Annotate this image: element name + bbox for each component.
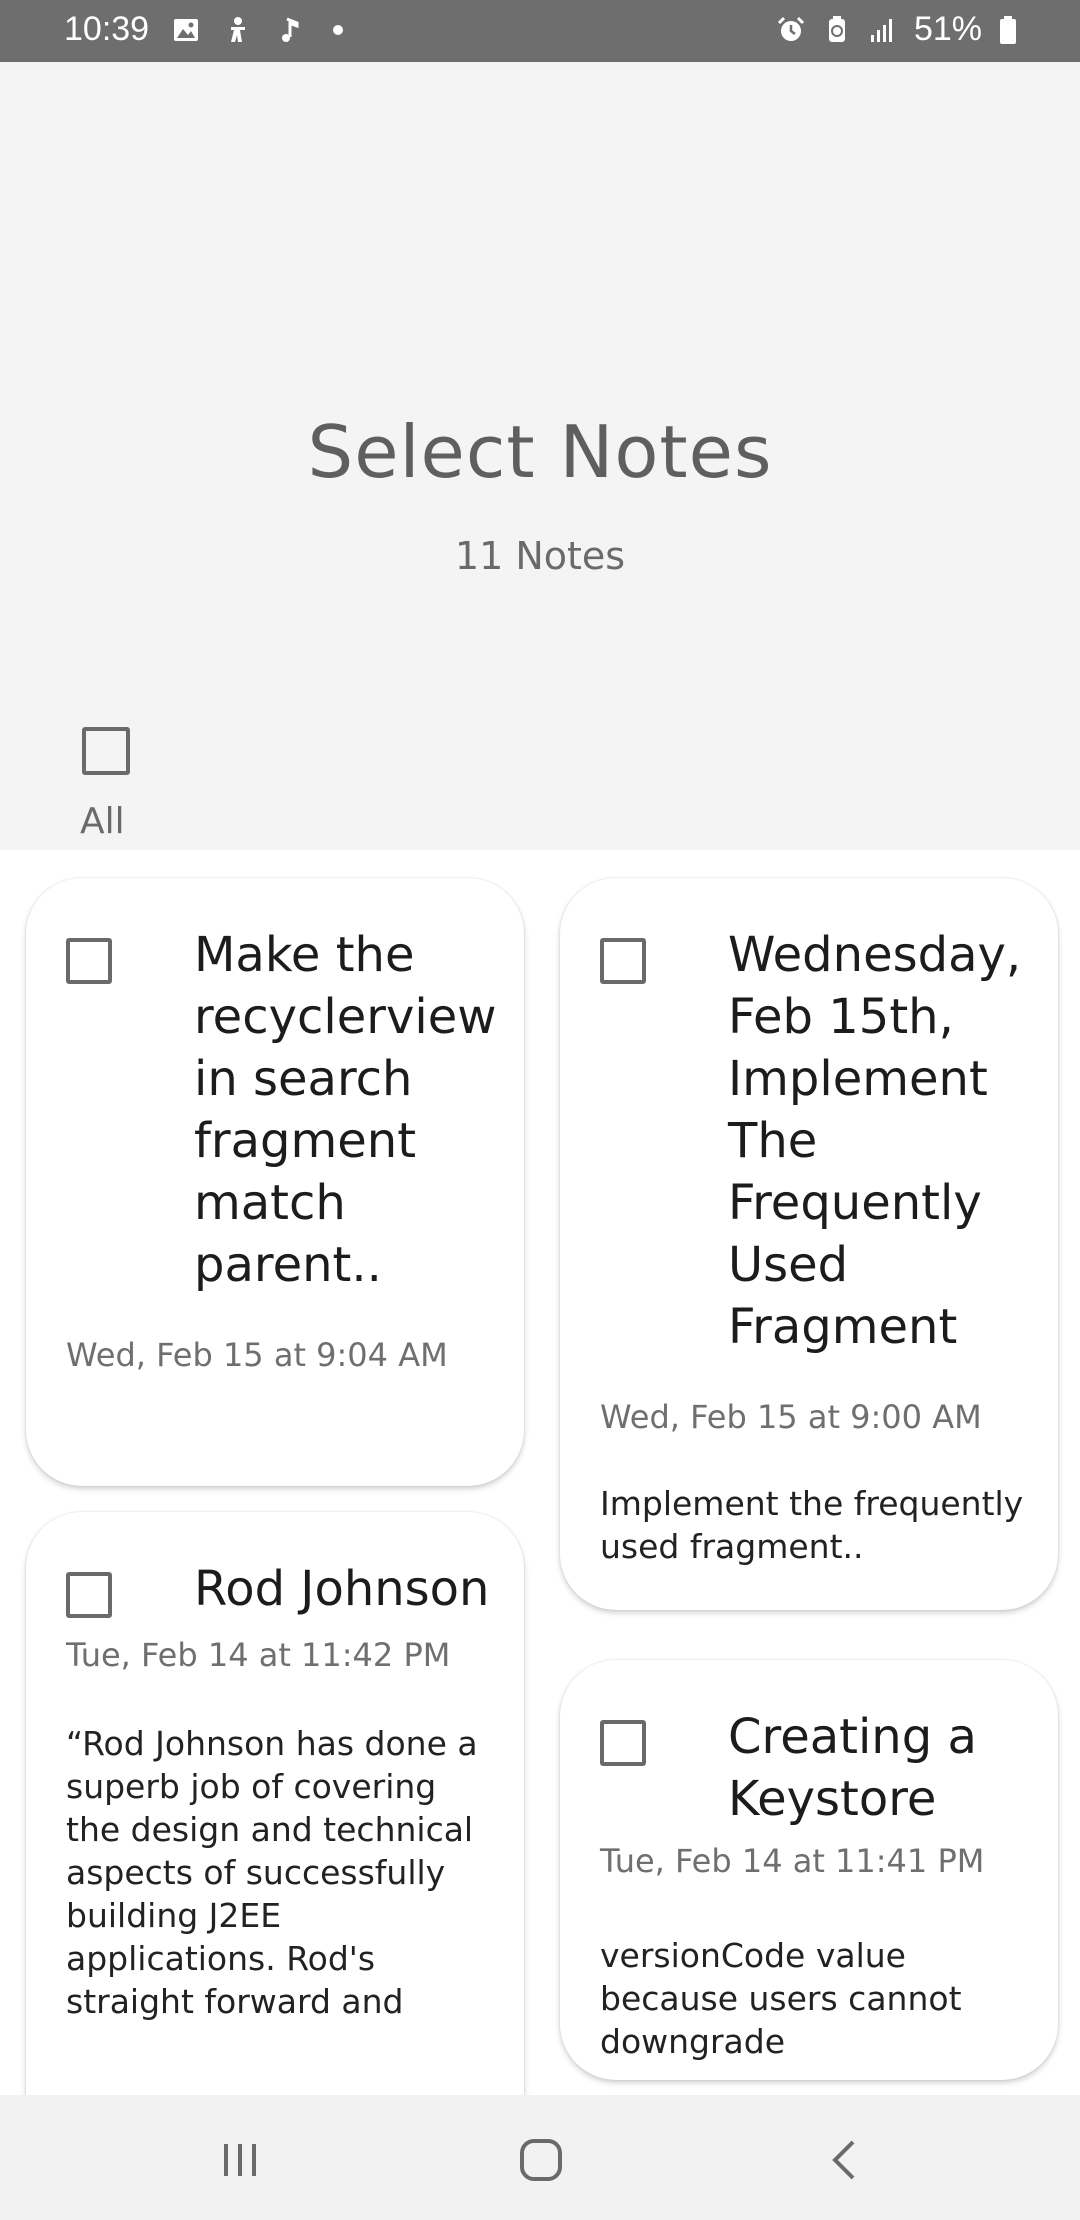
select-all-label: All: [80, 801, 125, 842]
select-all-checkbox[interactable]: [82, 727, 130, 775]
note-title: Creating a Keystore: [728, 1709, 977, 1827]
note-title: Rod Johnson: [194, 1561, 490, 1617]
note-card[interactable]: Wednesday, Feb 15th, Implement The Frequ…: [560, 878, 1058, 1610]
image-icon: [171, 15, 201, 45]
notes-grid: Make the recyclerview in search fragment…: [0, 850, 1080, 2095]
note-date: Tue, Feb 14 at 11:41 PM: [600, 1842, 985, 1880]
status-bar: 10:39 51%: [0, 0, 1080, 62]
note-body: versionCode value because users cannot d…: [600, 1936, 962, 2061]
note-body: “Rod Johnson has done a superb job of co…: [66, 1724, 478, 2021]
note-body: Implement the frequently used fragment..: [600, 1484, 1024, 1566]
note-card[interactable]: Creating a Keystore Tue, Feb 14 at 11:41…: [560, 1660, 1058, 2080]
page-title: Select Notes: [307, 410, 773, 494]
status-right: 51%: [776, 10, 1018, 49]
note-count: 11 Notes: [454, 534, 626, 578]
signal-icon: [868, 15, 898, 45]
note-date: Wed, Feb 15 at 9:00 AM: [600, 1398, 982, 1436]
home-button[interactable]: [506, 2125, 576, 2195]
note-date: Tue, Feb 14 at 11:42 PM: [66, 1636, 451, 1674]
header: Select Notes 11 Notes All: [0, 62, 1080, 850]
battery-saver-icon: [822, 15, 852, 45]
recent-apps-icon: [224, 2144, 256, 2176]
note-card[interactable]: Make the recyclerview in search fragment…: [26, 878, 524, 1486]
note-checkbox[interactable]: [66, 938, 112, 984]
note-title: Wednesday, Feb 15th, Implement The Frequ…: [728, 927, 1022, 1355]
note-checkbox[interactable]: [66, 1572, 112, 1618]
note-checkbox[interactable]: [600, 1720, 646, 1766]
status-time: 10:39: [64, 10, 150, 48]
battery-icon: [998, 15, 1018, 45]
dot-icon: [333, 24, 344, 35]
home-icon: [520, 2139, 562, 2181]
back-icon: [832, 2140, 855, 2180]
status-left: 10:39: [64, 10, 344, 49]
alarm-icon: [776, 15, 806, 45]
note-date: Wed, Feb 15 at 9:04 AM: [66, 1336, 448, 1374]
music-note-icon: [275, 15, 305, 45]
note-card[interactable]: Rod Johnson Tue, Feb 14 at 11:42 PM “Rod…: [26, 1512, 524, 2095]
note-title: Make the recyclerview in search fragment…: [194, 927, 497, 1293]
navigation-bar: [0, 2095, 1080, 2220]
back-button[interactable]: [810, 2125, 880, 2195]
select-all[interactable]: All: [80, 727, 150, 842]
accessibility-icon: [223, 15, 253, 45]
note-checkbox[interactable]: [600, 938, 646, 984]
recent-apps-button[interactable]: [205, 2125, 275, 2195]
battery-percent: 51%: [913, 10, 982, 48]
